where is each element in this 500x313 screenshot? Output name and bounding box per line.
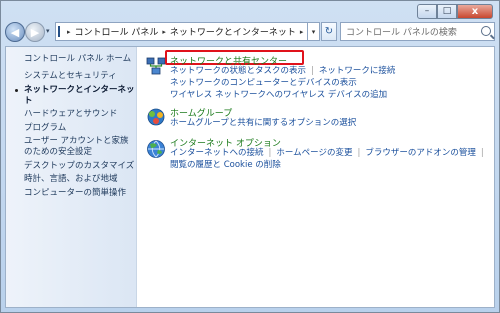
section-links-network-sharing: ネットワークの状態とタスクの表示 | ネットワークに接続 ネットワークのコンピュータ…: [170, 66, 395, 102]
link-change-home-page[interactable]: ホームページの変更: [276, 148, 352, 158]
sidebar-nav: システムとセキュリティ ネットワークとインターネット ハードウェアとサウンド プ…: [15, 71, 136, 201]
minimize-button[interactable]: –: [417, 4, 437, 19]
sidebar-item-ease-of-access[interactable]: コンピューターの簡単操作: [24, 188, 136, 199]
search-placeholder: コントロール パネルの検索: [346, 28, 457, 38]
main-panel: ネットワークと共有センター ネットワークの状態とタスクの表示 | ネットワークに接続…: [137, 47, 494, 307]
link-manage-browser-addons[interactable]: ブラウザーのアドオンの管理: [365, 148, 476, 158]
link-divider: |: [357, 148, 361, 158]
link-view-network-computers[interactable]: ネットワークのコンピューターとデバイスの表示: [170, 78, 357, 88]
sidebar-item-user-accounts[interactable]: ユーザー アカウントと家族のための安全設定: [24, 136, 136, 158]
navigation-bar: ◀ ▶ ▾ ▸ コントロール パネル ▸ ネットワークとインターネット ▸ ▾ …: [1, 19, 499, 45]
section-links-homegroup: ホームグループと共有に関するオプションの選択: [170, 118, 356, 130]
sidebar-item-network-internet[interactable]: ネットワークとインターネット: [15, 85, 136, 107]
breadcrumb-network-internet[interactable]: ネットワークとインターネット: [170, 25, 296, 38]
link-view-network-status[interactable]: ネットワークの状態とタスクの表示: [170, 66, 306, 76]
address-dropdown-button[interactable]: ▾: [308, 22, 320, 41]
breadcrumb-separator[interactable]: ▸: [300, 28, 304, 36]
link-delete-browsing-history[interactable]: 閲覧の履歴と Cookie の削除: [170, 160, 281, 170]
link-divider: |: [480, 148, 484, 158]
internet-options-icon: [147, 140, 165, 158]
link-add-wireless-device[interactable]: ワイヤレス ネットワークへのワイヤレス デバイスの追加: [170, 90, 387, 100]
forward-arrow-icon: ▶: [30, 25, 40, 39]
refresh-icon: ↻: [324, 26, 334, 37]
back-arrow-icon: ◀: [10, 25, 20, 39]
sidebar: コントロール パネル ホーム システムとセキュリティ ネットワークとインターネッ…: [6, 47, 137, 307]
maximize-button[interactable]: □: [437, 4, 457, 19]
sidebar-home-link[interactable]: コントロール パネル ホーム: [24, 52, 131, 64]
link-connect-to-network[interactable]: ネットワークに接続: [319, 66, 396, 76]
forward-button[interactable]: ▶: [25, 22, 45, 42]
search-icon[interactable]: [481, 26, 491, 36]
back-button[interactable]: ◀: [5, 22, 25, 42]
link-connect-to-internet[interactable]: インターネットへの接続: [170, 148, 264, 158]
section-links-internet-options: インターネットへの接続 | ホームページの変更 | ブラウザーのアドオンの管理 | 閲覧の…: [170, 148, 489, 172]
window-controls: – □ x: [417, 4, 493, 19]
content-area: コントロール パネル ホーム システムとセキュリティ ネットワークとインターネッ…: [5, 46, 495, 308]
sidebar-item-programs[interactable]: プログラム: [24, 123, 136, 134]
sidebar-item-clock-language-region[interactable]: 時計、言語、および地域: [24, 174, 136, 185]
address-bar[interactable]: ▸ コントロール パネル ▸ ネットワークとインターネット ▸: [55, 22, 308, 41]
sidebar-item-appearance[interactable]: デスクトップのカスタマイズ: [24, 161, 136, 172]
control-panel-icon: [58, 26, 60, 37]
sidebar-item-hardware-sound[interactable]: ハードウェアとサウンド: [24, 109, 136, 120]
link-divider: |: [268, 148, 272, 158]
link-homegroup-sharing-options[interactable]: ホームグループと共有に関するオプションの選択: [170, 118, 356, 128]
breadcrumb-separator[interactable]: ▸: [162, 28, 166, 36]
breadcrumb-control-panel[interactable]: コントロール パネル: [75, 25, 159, 38]
network-sharing-icon: [146, 57, 166, 75]
control-panel-window: – □ x ◀ ▶ ▾ ▸ コントロール パネル ▸ ネットワークとインターネッ…: [0, 0, 500, 313]
recent-pages-dropdown[interactable]: ▾: [46, 27, 50, 35]
breadcrumb-separator[interactable]: ▸: [67, 28, 71, 36]
link-divider: |: [311, 66, 314, 76]
close-button[interactable]: x: [457, 4, 493, 19]
homegroup-icon: [147, 108, 165, 126]
sidebar-item-system-security[interactable]: システムとセキュリティ: [24, 71, 136, 82]
search-input[interactable]: コントロール パネルの検索: [340, 22, 495, 41]
refresh-button[interactable]: ↻: [321, 22, 337, 41]
